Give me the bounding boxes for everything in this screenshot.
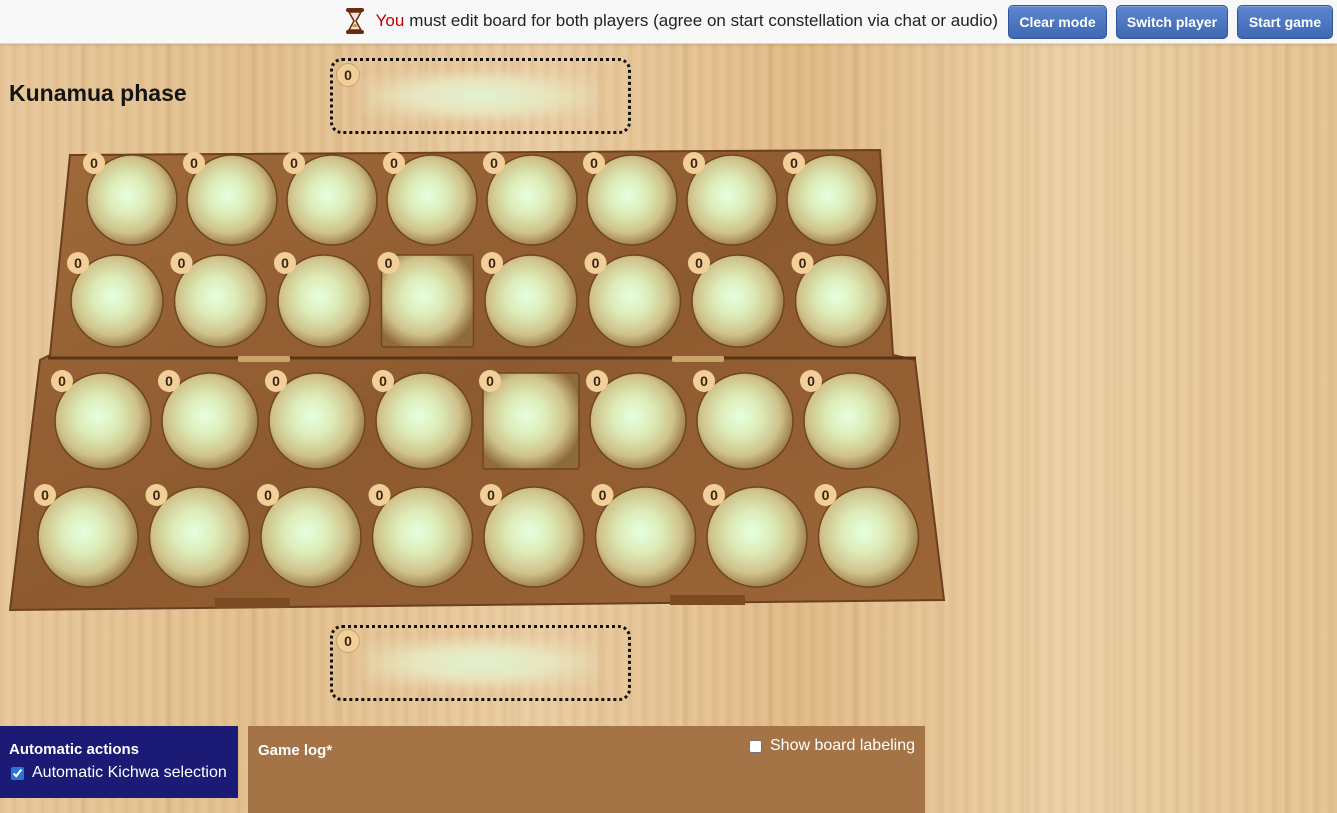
hinge-left bbox=[238, 356, 290, 362]
store-glow bbox=[363, 638, 598, 688]
latch-left bbox=[215, 598, 290, 608]
pit-count: 0 bbox=[799, 255, 807, 271]
pit-count: 0 bbox=[710, 487, 718, 503]
kichwa-label[interactable]: Automatic Kichwa selection bbox=[32, 764, 227, 782]
pit-count: 0 bbox=[58, 373, 66, 389]
latch-right bbox=[670, 595, 745, 605]
pit-count: 0 bbox=[74, 255, 82, 271]
pit-count: 0 bbox=[190, 155, 198, 171]
bao-board: 0 0 0 0 0 0 0 0 0 0 0 0 0 0 0 0 0 0 0 0 0 0 0 0 0 0 0 0 0 0 0 0 bbox=[8, 148, 946, 612]
pit-count: 0 bbox=[281, 255, 289, 271]
pit-count: 0 bbox=[165, 373, 173, 389]
show-labeling-label[interactable]: Show board labeling bbox=[770, 737, 915, 755]
pit-count: 0 bbox=[486, 373, 494, 389]
pit-count: 0 bbox=[807, 373, 815, 389]
pit-count: 0 bbox=[153, 487, 161, 503]
game-log-panel: Game log* Show board labeling bbox=[248, 726, 925, 813]
automatic-actions-title: Automatic actions bbox=[9, 741, 140, 758]
pit-count: 0 bbox=[41, 487, 49, 503]
pit-count: 0 bbox=[488, 255, 496, 271]
pit-count: 0 bbox=[90, 155, 98, 171]
pit-count: 0 bbox=[592, 255, 600, 271]
pit-count: 0 bbox=[385, 255, 393, 271]
store-bottom[interactable] bbox=[330, 625, 631, 701]
pit-count: 0 bbox=[376, 487, 384, 503]
pit-count: 0 bbox=[695, 255, 703, 271]
pit-count: 0 bbox=[178, 255, 186, 271]
kichwa-option: Automatic Kichwa selection bbox=[9, 764, 229, 782]
pit-count: 0 bbox=[290, 155, 298, 171]
pit-count: 0 bbox=[590, 155, 598, 171]
pit-count: 0 bbox=[822, 487, 830, 503]
show-labeling-option: Show board labeling bbox=[749, 737, 915, 755]
pit-count: 0 bbox=[390, 155, 398, 171]
pit-count: 0 bbox=[700, 373, 708, 389]
kichwa-checkbox[interactable] bbox=[11, 766, 24, 780]
pit-count: 0 bbox=[487, 487, 495, 503]
pit-count: 0 bbox=[272, 373, 280, 389]
pit-count: 0 bbox=[593, 373, 601, 389]
store-bottom-count: 0 bbox=[337, 630, 359, 652]
pit-count: 0 bbox=[264, 487, 272, 503]
pit-count: 0 bbox=[379, 373, 387, 389]
pit-count: 0 bbox=[599, 487, 607, 503]
pit-count: 0 bbox=[490, 155, 498, 171]
pit-count: 0 bbox=[790, 155, 798, 171]
pit-count: 0 bbox=[690, 155, 698, 171]
show-labeling-checkbox[interactable] bbox=[749, 739, 762, 753]
automatic-actions-panel: Automatic actions Automatic Kichwa selec… bbox=[0, 726, 238, 798]
hinge-right bbox=[672, 356, 724, 362]
